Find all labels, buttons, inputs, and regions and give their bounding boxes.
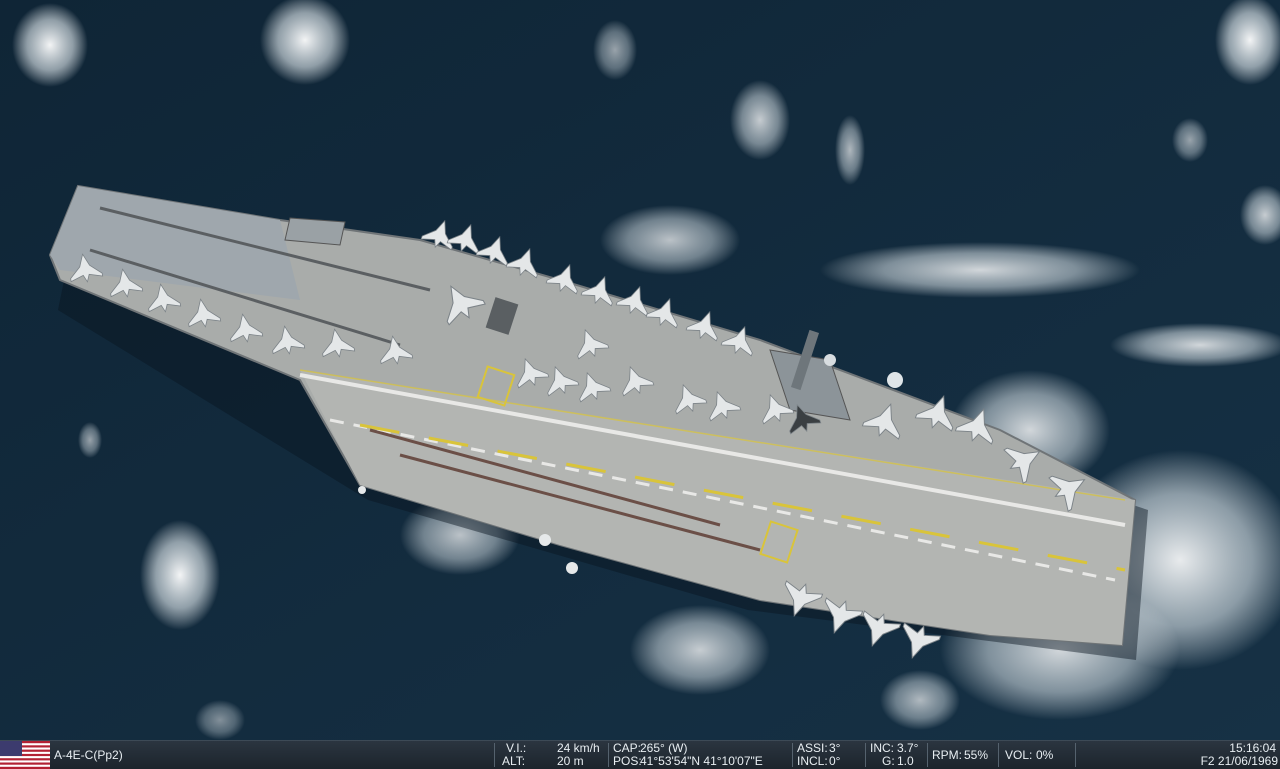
alt-label: ALT: xyxy=(502,754,526,768)
rpm-value: 55% xyxy=(964,748,989,762)
alt-value: 20 m xyxy=(557,754,584,768)
vol-value: 0% xyxy=(1036,748,1054,762)
g-label: G: xyxy=(882,754,895,768)
divider xyxy=(998,743,999,767)
status-bar: A-4E-C(Pp2) V.I.: 24 km/h ALT: 20 m CAP:… xyxy=(0,740,1280,769)
pos-value: 41°53'54"N 41°10'07"E xyxy=(640,754,763,768)
divider xyxy=(494,743,495,767)
divider xyxy=(1075,743,1076,767)
game-viewport[interactable] xyxy=(0,0,1280,740)
rpm-label: RPM: xyxy=(932,748,962,762)
pos-label: POS: xyxy=(613,754,642,768)
mission-date: F2 21/06/1969 xyxy=(1200,754,1278,768)
divider xyxy=(792,743,793,767)
incl-value: 0° xyxy=(829,754,841,768)
g-value: 1.0 xyxy=(897,754,914,768)
divider xyxy=(927,743,928,767)
usa-flag-icon xyxy=(0,741,50,769)
divider xyxy=(608,743,609,767)
incl-label: INCL: xyxy=(797,754,828,768)
vol-label: VOL: xyxy=(1005,748,1033,762)
aircraft-name: A-4E-C(Pp2) xyxy=(54,748,123,762)
divider xyxy=(865,743,866,767)
carrier-scene xyxy=(0,0,1280,740)
